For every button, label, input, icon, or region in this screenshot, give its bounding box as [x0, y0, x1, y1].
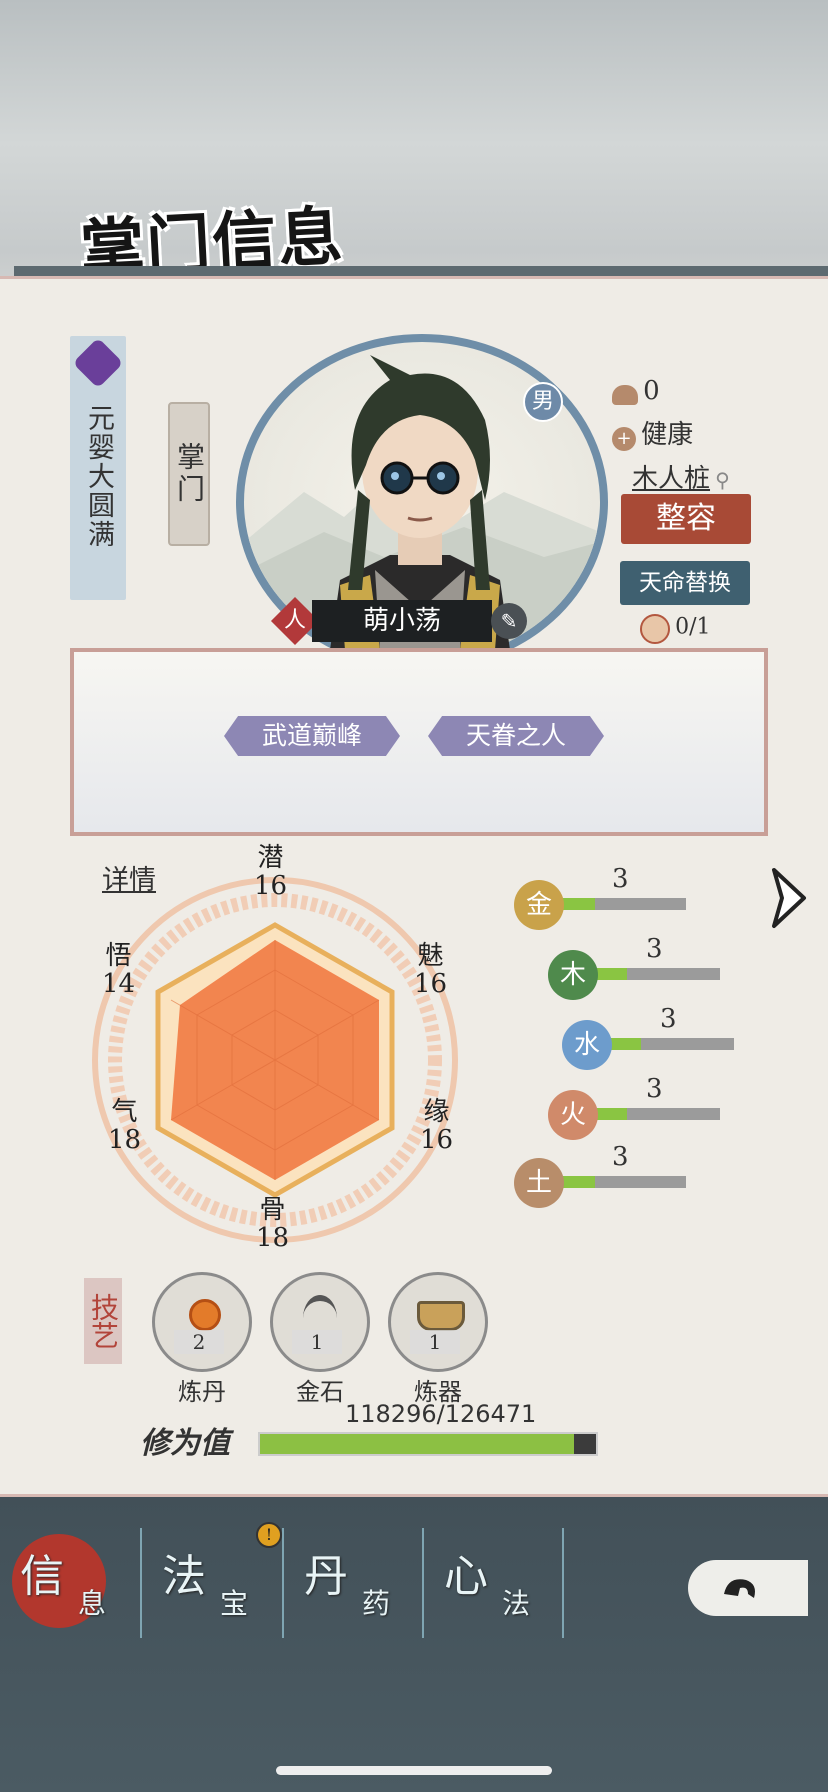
back-button[interactable] [688, 1560, 808, 1616]
trait-tag[interactable]: 天眷之人 [428, 716, 604, 756]
element-value: 3 [612, 1142, 629, 1172]
weapon-icon[interactable]: ✎ [491, 603, 527, 639]
fate-counter: 0/1 [640, 614, 711, 644]
location-value[interactable]: 木人桩 [632, 464, 710, 494]
element-value: 3 [646, 934, 663, 964]
gender-badge: 男 [523, 382, 563, 422]
element-fill [594, 1108, 627, 1120]
skill-alchemy[interactable]: 2 炼丹 [152, 1272, 252, 1406]
tab-mind-method[interactable]: 心法 [424, 1520, 562, 1640]
reputation-stat: 0 [612, 376, 660, 406]
health-value: 健康 [641, 420, 694, 450]
back-arrow-icon [724, 1579, 755, 1598]
realm-banner: 元婴大圆满 [70, 336, 126, 600]
traits-panel: 武道巅峰 天眷之人 [70, 648, 768, 836]
realm-icon [72, 337, 124, 389]
pickaxe-icon [270, 1272, 370, 1372]
tab-pills[interactable]: 丹药 [284, 1520, 422, 1640]
element-bar [594, 968, 720, 980]
skill-name: 炼丹 [178, 1378, 226, 1406]
attr-charm: 魅 16 [414, 941, 448, 999]
skill-mining[interactable]: 1 金石 [270, 1272, 370, 1406]
element-fill [560, 898, 596, 910]
cultivation-value: 118296/126471 [345, 1400, 537, 1428]
element-icon: 金 [514, 880, 564, 930]
cultivation-fill [260, 1434, 575, 1454]
health-icon: + [612, 426, 636, 451]
attr-qi: 气 18 [108, 1097, 142, 1155]
fate-count: 0/1 [675, 614, 711, 640]
home-indicator[interactable] [276, 1766, 552, 1775]
scroll-icon [640, 614, 670, 644]
cauldron-icon [388, 1272, 488, 1372]
cultivation-label: 修为值 [140, 1426, 230, 1461]
skill-forging[interactable]: 1 炼器 [388, 1272, 488, 1406]
element-bar [608, 1038, 734, 1050]
fate-swap-button[interactable]: 天命替换 [620, 561, 750, 605]
reputation-icon [612, 384, 638, 405]
alert-badge: ! [256, 1522, 282, 1548]
attr-fortune: 缘 16 [420, 1097, 454, 1155]
reputation-value: 0 [643, 376, 660, 406]
role-tag: 掌门 [168, 402, 210, 546]
trait-tag[interactable]: 武道巅峰 [224, 716, 400, 756]
element-bar [594, 1108, 720, 1120]
tab-info[interactable]: 信息 [0, 1520, 138, 1640]
element-icon: 木 [548, 950, 598, 1000]
header-bar [14, 266, 828, 276]
location-stat[interactable]: 木人桩 ⚲ [632, 458, 730, 495]
character-name: 萌小荡 [312, 600, 492, 642]
location-pin-icon: ⚲ [715, 468, 730, 492]
attr-insight: 悟 14 [102, 941, 136, 999]
health-stat: + 健康 [612, 414, 693, 451]
attr-bone: 骨 18 [256, 1195, 290, 1253]
element-bar [560, 1176, 686, 1188]
skill-count: 2 [174, 1330, 224, 1354]
element-icon: 水 [562, 1020, 612, 1070]
reshape-button[interactable]: 整容 [621, 494, 751, 544]
cultivation-bar [258, 1432, 598, 1456]
skill-count: 1 [410, 1330, 460, 1354]
element-value: 3 [646, 1074, 663, 1104]
element-value: 3 [660, 1004, 677, 1034]
skill-count: 1 [292, 1330, 342, 1354]
element-icon: 土 [514, 1158, 564, 1208]
element-fill [560, 1176, 596, 1188]
next-arrow-icon[interactable] [768, 864, 812, 932]
element-fill [608, 1038, 641, 1050]
realm-text: 元婴大圆满 [83, 404, 114, 549]
element-value: 3 [612, 864, 629, 894]
element-bar [560, 898, 686, 910]
element-fill [594, 968, 627, 980]
element-icon: 火 [548, 1090, 598, 1140]
skill-icon [152, 1272, 252, 1372]
attr-potential: 潜 16 [254, 843, 288, 901]
skills-label: 技艺 [84, 1278, 122, 1364]
